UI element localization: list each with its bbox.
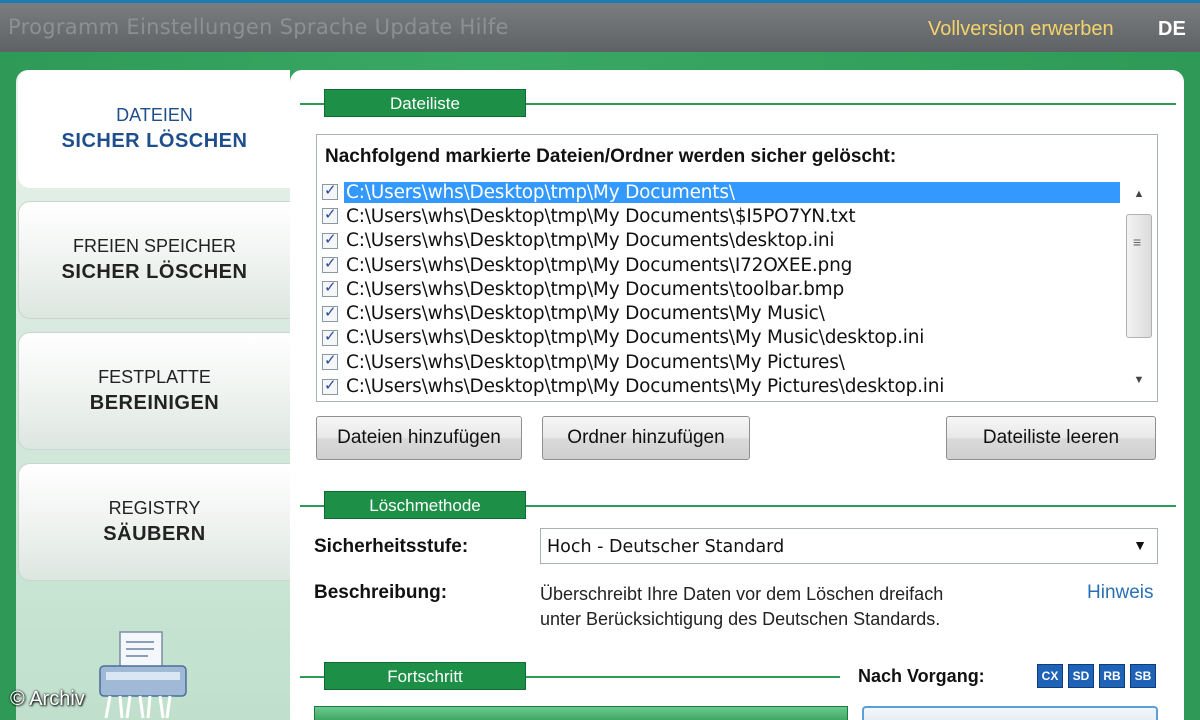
menu-bar[interactable]: Programm Einstellungen Sprache Update Hi… [8,15,509,39]
after-option-cx[interactable]: CX [1037,664,1063,688]
hint-link[interactable]: Hinweis [1087,582,1154,604]
security-level-value: Hoch - Deutscher Standard [547,537,785,557]
chevron-down-icon: ▼ [1133,537,1147,553]
shredder-icon [99,631,187,719]
scroll-thumb[interactable] [1126,214,1152,338]
sidebar-item-registry[interactable]: REGISTRY SÄUBERN [18,463,290,581]
file-path: C:\Users\whs\Desktop\tmp\My Documents\to… [346,278,845,300]
file-list-heading: Nachfolgend markierte Dateien/Ordner wer… [325,146,897,167]
sidebar-item-label: SICHER LÖSCHEN [61,130,248,152]
list-item[interactable]: C:\Users\whs\Desktop\tmp\My Documents\I7… [320,253,1124,277]
section-title-method: Löschmethode [324,491,526,519]
security-level-select[interactable]: Hoch - Deutscher Standard ▼ [540,528,1158,564]
list-item[interactable]: C:\Users\whs\Desktop\tmp\My Documents\$I… [320,204,1124,228]
list-item[interactable]: C:\Users\whs\Desktop\tmp\My Documents\My… [320,350,1124,374]
sidebar-item-label: REGISTRY [108,498,201,518]
list-item[interactable]: C:\Users\whs\Desktop\tmp\My Documents\My… [320,301,1124,325]
file-path: C:\Users\whs\Desktop\tmp\My Documents\I7… [346,254,853,276]
checkbox[interactable] [322,230,338,249]
file-path: C:\Users\whs\Desktop\tmp\My Documents\$I… [346,205,856,227]
checkbox[interactable] [322,205,338,225]
list-item[interactable]: C:\Users\whs\Desktop\tmp\My Documents\My… [320,326,1124,350]
checkbox[interactable] [322,278,338,298]
sidebar-item-label: FREIEN SPEICHER [72,236,237,256]
description-line: Überschreibt Ihre Daten vor dem Löschen … [540,584,944,604]
after-option-sb[interactable]: SB [1130,664,1156,688]
checkbox[interactable] [322,181,338,201]
file-path: C:\Users\whs\Desktop\tmp\My Documents\ [344,181,1120,203]
checkbox[interactable] [322,327,338,346]
method-description: Überschreibt Ihre Daten vor dem Löschen … [540,582,943,632]
add-folder-button[interactable]: Ordner hinzufügen [542,416,750,460]
list-item[interactable]: C:\Users\whs\Desktop\tmp\My Documents\My… [320,374,1124,398]
sidebar-item-label: SÄUBERN [103,523,206,545]
title-bar: Programm Einstellungen Sprache Update Hi… [0,0,1200,52]
description-label: Beschreibung: [314,582,448,603]
file-path: C:\Users\whs\Desktop\tmp\My Documents\My… [346,327,925,349]
list-item[interactable]: C:\Users\whs\Desktop\tmp\My Documents\ [320,180,1124,204]
clear-file-list-button[interactable]: Dateiliste leeren [946,416,1156,460]
copyright-watermark: © Archiv [10,688,85,710]
sidebar-item-label: BEREINIGEN [89,392,220,414]
file-list: C:\Users\whs\Desktop\tmp\My Documents\ C… [320,180,1124,399]
scroll-up-arrow-icon[interactable]: ▲ [1130,188,1148,202]
sidebar-item-free-space[interactable]: FREIEN SPEICHER SICHER LÖSCHEN [18,201,290,319]
list-item[interactable]: C:\Users\whs\Desktop\tmp\My Documents\de… [320,229,1124,253]
scroll-down-arrow-icon[interactable]: ▼ [1130,374,1148,388]
file-path: C:\Users\whs\Desktop\tmp\My Documents\My… [346,351,845,373]
checkbox[interactable] [322,254,338,274]
section-title-progress: Fortschritt [324,662,526,690]
description-line: unter Berücksichtigung des Deutschen Sta… [540,609,941,629]
list-item[interactable]: C:\Users\whs\Desktop\tmp\My Documents\to… [320,277,1124,301]
checkbox[interactable] [322,303,338,322]
file-path: C:\Users\whs\Desktop\tmp\My Documents\My… [346,303,825,325]
progress-bar [314,706,848,720]
checkbox[interactable] [322,351,338,371]
security-level-label: Sicherheitsstufe: [314,536,469,557]
sidebar-item-label: DATEIEN [116,105,193,125]
checkbox[interactable] [322,376,338,395]
after-operation-label: Nach Vorgang: [858,666,985,686]
after-option-rb[interactable]: RB [1099,664,1125,688]
add-files-button[interactable]: Dateien hinzufügen [316,416,522,460]
language-selector[interactable]: DE [1158,18,1186,41]
after-option-sd[interactable]: SD [1068,664,1094,688]
sidebar-item-label: SICHER LÖSCHEN [61,261,248,283]
sidebar-item-disk-cleanup[interactable]: FESTPLATTE BEREINIGEN [18,332,290,450]
sidebar-item-label: FESTPLATTE [98,367,211,387]
file-list-scrollbar[interactable]: ▲ ≡ ▼ [1126,180,1152,394]
section-title-filelist: Dateiliste [324,89,526,117]
sidebar-item-delete-files[interactable]: DATEIEN SICHER LÖSCHEN [18,70,290,188]
file-path: C:\Users\whs\Desktop\tmp\My Documents\My… [346,376,945,398]
grip-icon: ≡ [1133,234,1142,250]
start-button[interactable] [862,706,1158,720]
buy-full-version-link[interactable]: Vollversion erwerben [928,18,1114,41]
file-path: C:\Users\whs\Desktop\tmp\My Documents\de… [346,230,835,252]
